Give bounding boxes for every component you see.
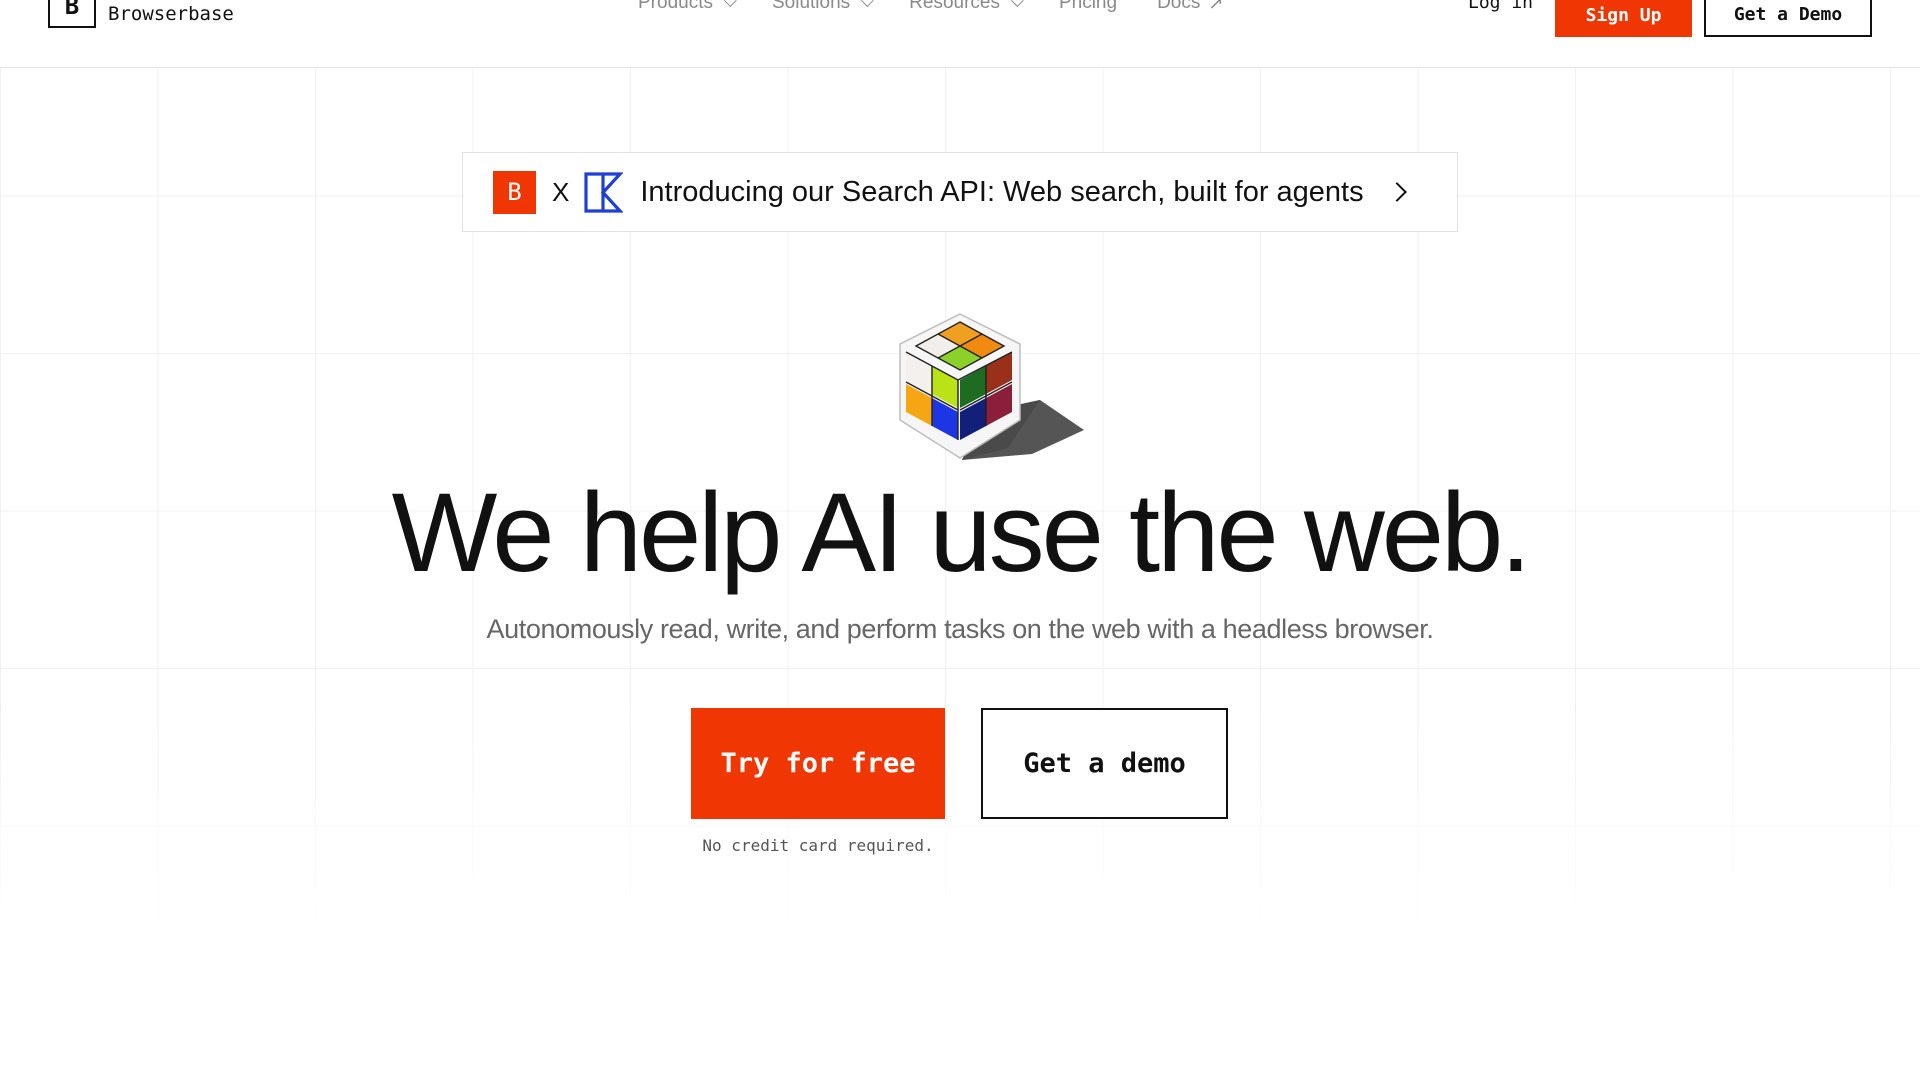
signup-button[interactable]: Sign Up [1555, 0, 1692, 37]
exa-logo-icon [584, 171, 624, 213]
get-demo-header-button[interactable]: Get a Demo [1704, 0, 1872, 37]
browserbase-badge-icon: B [493, 170, 536, 214]
nav-item-docs[interactable]: Docs ↗ [1157, 0, 1223, 14]
announcement-banner[interactable]: B X Introducing our Search API: Web sear… [462, 152, 1458, 232]
chevron-down-icon [861, 0, 874, 7]
nav-item-label: Resources [909, 0, 1000, 13]
nav-item-solutions[interactable]: Solutions [771, 0, 874, 14]
nav-item-label: Pricing [1058, 0, 1118, 13]
announcement-text: Introducing our Search API: Web search, … [640, 175, 1364, 208]
hero-title: We help AI use the web. [391, 470, 1532, 595]
site-header: B Browserbase Products Solutions Resourc… [0, 0, 1920, 68]
collab-separator: X [552, 176, 570, 207]
rubik-cube-icon [899, 313, 1084, 460]
get-demo-button[interactable]: Get a demo [981, 708, 1228, 819]
main-nav: Products Solutions Resources Pricing Doc… [638, 0, 1263, 14]
nav-item-pricing[interactable]: Pricing [1059, 0, 1117, 14]
nav-item-label: Solutions [771, 0, 851, 13]
hero-subtitle: Autonomously read, write, and perform ta… [486, 614, 1434, 644]
nav-item-resources[interactable]: Resources [909, 0, 1024, 14]
brand-name: Browserbase [108, 3, 234, 25]
chevron-right-icon [1386, 182, 1407, 202]
brand-logo-icon: B [48, 0, 96, 28]
chevron-down-icon [723, 0, 737, 7]
nav-item-products[interactable]: Products [638, 0, 737, 14]
nav-item-label: Products [638, 0, 713, 13]
chevron-down-icon [1010, 0, 1024, 7]
try-for-free-button[interactable]: Try for free [691, 708, 945, 819]
nav-item-label: Docs [1157, 0, 1201, 13]
brand-logo-link[interactable]: B Browserbase [48, 0, 234, 28]
login-link[interactable]: Log in [1468, 0, 1533, 13]
external-arrow-icon: ↗ [1208, 0, 1224, 13]
no-credit-card-note: No credit card required. [702, 836, 934, 855]
